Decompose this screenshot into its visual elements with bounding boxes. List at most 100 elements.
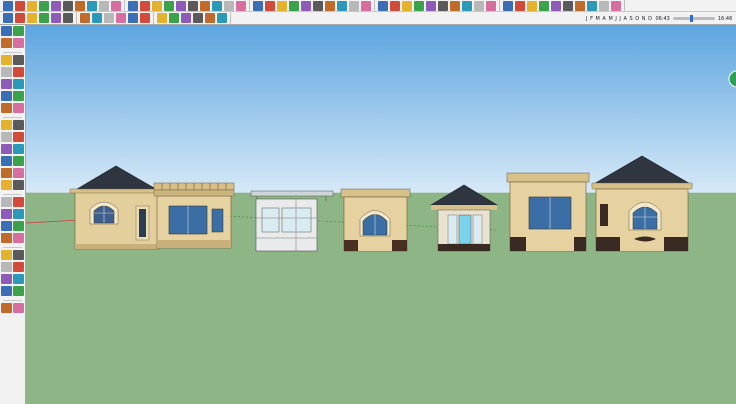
make-component-icon[interactable] xyxy=(39,0,49,11)
pan-icon[interactable] xyxy=(13,168,24,178)
back-view-icon[interactable] xyxy=(462,0,472,11)
paste-icon[interactable] xyxy=(63,13,73,23)
arc-icon[interactable] xyxy=(111,0,121,11)
time-slider[interactable] xyxy=(672,15,715,22)
rectangle-icon[interactable] xyxy=(1,55,12,65)
look-around-icon[interactable] xyxy=(390,0,400,11)
dimension-icon[interactable] xyxy=(13,132,24,142)
paint-bucket-icon[interactable] xyxy=(27,0,37,11)
eraser-icon[interactable] xyxy=(13,38,24,48)
3d-text-icon[interactable] xyxy=(265,0,275,11)
rectangle-icon[interactable] xyxy=(75,0,85,11)
select-icon[interactable] xyxy=(1,26,12,36)
push-pull-icon[interactable] xyxy=(13,91,24,101)
position-camera-icon[interactable] xyxy=(361,0,371,11)
open-icon[interactable] xyxy=(15,13,25,23)
position-camera-icon[interactable] xyxy=(1,209,12,219)
iso-view-icon[interactable] xyxy=(414,0,424,11)
styles-icon[interactable] xyxy=(157,13,167,23)
arc-icon[interactable] xyxy=(13,67,24,77)
pan-icon[interactable] xyxy=(289,0,299,11)
intersect-icon[interactable] xyxy=(1,303,12,313)
freehand-icon[interactable] xyxy=(63,0,73,11)
guard-house-4-arched[interactable] xyxy=(340,188,411,252)
look-around-icon[interactable] xyxy=(1,221,12,231)
follow-me-icon[interactable] xyxy=(164,0,174,11)
shadows-icon[interactable] xyxy=(575,0,585,11)
save-icon[interactable] xyxy=(27,13,37,23)
front-view-icon[interactable] xyxy=(438,0,448,11)
materials-icon[interactable] xyxy=(181,13,191,23)
follow-me-icon[interactable] xyxy=(13,103,24,113)
layout-icon[interactable] xyxy=(13,250,24,260)
axes-icon[interactable] xyxy=(253,0,263,11)
left-view-icon[interactable] xyxy=(474,0,484,11)
redo-icon[interactable] xyxy=(104,13,114,23)
cut-icon[interactable] xyxy=(39,13,49,23)
erase-icon[interactable] xyxy=(80,13,90,23)
protractor-icon[interactable] xyxy=(1,144,12,154)
freehand-icon[interactable] xyxy=(13,79,24,89)
outer-shell-icon[interactable] xyxy=(13,303,24,313)
zoom-window-icon[interactable] xyxy=(13,180,24,190)
undo-icon[interactable] xyxy=(92,13,102,23)
move-icon[interactable] xyxy=(1,91,12,101)
eraser-icon[interactable] xyxy=(15,0,25,11)
make-component-icon[interactable] xyxy=(13,26,24,36)
layers-icon[interactable] xyxy=(140,13,150,23)
tag-icon[interactable] xyxy=(1,286,12,296)
shaded-texture-icon[interactable] xyxy=(551,0,561,11)
xray-icon[interactable] xyxy=(486,0,496,11)
entity-info-icon[interactable] xyxy=(217,13,227,23)
offset-icon[interactable] xyxy=(188,0,198,11)
polygon-icon[interactable] xyxy=(1,79,12,89)
zoom-window-icon[interactable] xyxy=(313,0,323,11)
time-slider-knob[interactable] xyxy=(690,15,694,22)
right-view-icon[interactable] xyxy=(450,0,460,11)
guard-house-2-pergola[interactable] xyxy=(153,182,235,249)
outliner-icon[interactable] xyxy=(205,13,215,23)
line-icon[interactable] xyxy=(51,0,61,11)
circle-icon[interactable] xyxy=(87,0,97,11)
fog-icon[interactable] xyxy=(587,0,597,11)
guard-house-6-square[interactable] xyxy=(506,172,590,252)
section-plane-icon[interactable] xyxy=(402,0,412,11)
walk-icon[interactable] xyxy=(378,0,388,11)
line-icon[interactable] xyxy=(13,55,24,65)
scale-icon[interactable] xyxy=(176,0,186,11)
wireframe-icon[interactable] xyxy=(515,0,525,11)
orbit-icon[interactable] xyxy=(1,168,12,178)
warehouse-icon[interactable] xyxy=(611,0,621,11)
walk-icon[interactable] xyxy=(13,209,24,219)
rotate-icon[interactable] xyxy=(152,0,162,11)
monochrome-icon[interactable] xyxy=(563,0,573,11)
orbit-icon[interactable] xyxy=(277,0,287,11)
month-selector[interactable]: J F M A M J J A S O N D xyxy=(586,16,652,22)
new-icon[interactable] xyxy=(3,13,13,23)
section-plane-icon[interactable] xyxy=(13,221,24,231)
3d-text-icon[interactable] xyxy=(13,156,24,166)
previous-view-icon[interactable] xyxy=(337,0,347,11)
scale-icon[interactable] xyxy=(1,120,12,130)
polygon-icon[interactable] xyxy=(99,0,109,11)
tape-measure-icon[interactable] xyxy=(200,0,210,11)
print-icon[interactable] xyxy=(116,13,126,23)
components-icon[interactable] xyxy=(169,13,179,23)
tape-measure-icon[interactable] xyxy=(1,132,12,142)
lock-icon[interactable] xyxy=(1,274,12,284)
model-info-icon[interactable] xyxy=(128,13,138,23)
unhide-icon[interactable] xyxy=(13,262,24,272)
scene-canvas[interactable] xyxy=(26,25,736,404)
warehouse-icon[interactable] xyxy=(13,233,24,243)
move-icon[interactable] xyxy=(128,0,138,11)
hidden-line-icon[interactable] xyxy=(527,0,537,11)
zoom-extents-icon[interactable] xyxy=(1,197,12,207)
shaded-icon[interactable] xyxy=(539,0,549,11)
sandbox-icon[interactable] xyxy=(1,233,12,243)
hide-icon[interactable] xyxy=(1,262,12,272)
back-edges-icon[interactable] xyxy=(503,0,513,11)
next-view-icon[interactable] xyxy=(349,0,359,11)
push-pull-icon[interactable] xyxy=(140,0,150,11)
group-icon[interactable] xyxy=(13,286,24,296)
copy-icon[interactable] xyxy=(51,13,61,23)
